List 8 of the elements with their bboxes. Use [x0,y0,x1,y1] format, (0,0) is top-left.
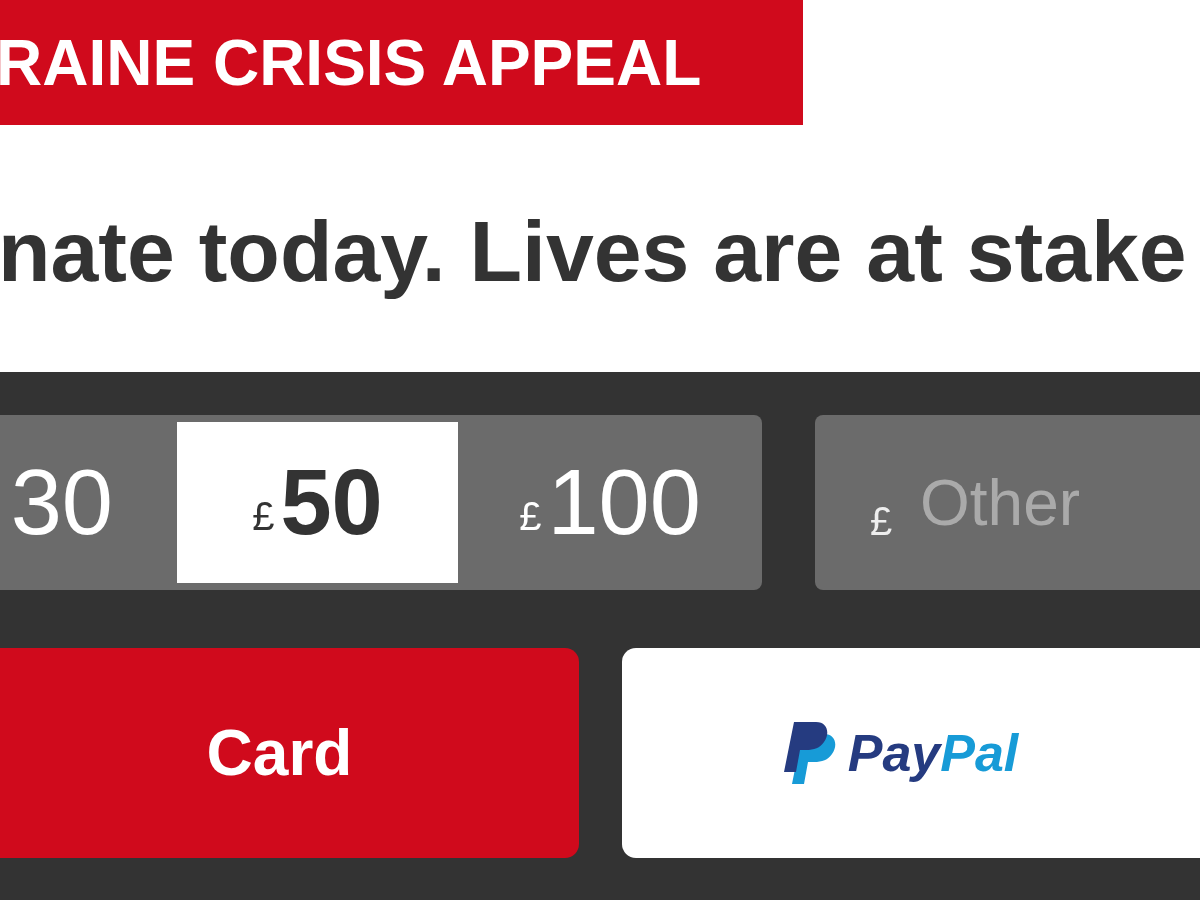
headline: nate today. Lives are at stake [0,201,1187,301]
amount-option[interactable]: £100 [458,422,762,583]
currency-symbol: £ [870,501,893,541]
amount-option[interactable]: 30 [0,422,177,583]
card-button[interactable]: Card [0,648,579,858]
amount-option[interactable]: £50 [177,422,458,583]
banner-title: RAINE CRISIS APPEAL [0,25,702,100]
paypal-button[interactable]: PayPal [622,648,1200,858]
